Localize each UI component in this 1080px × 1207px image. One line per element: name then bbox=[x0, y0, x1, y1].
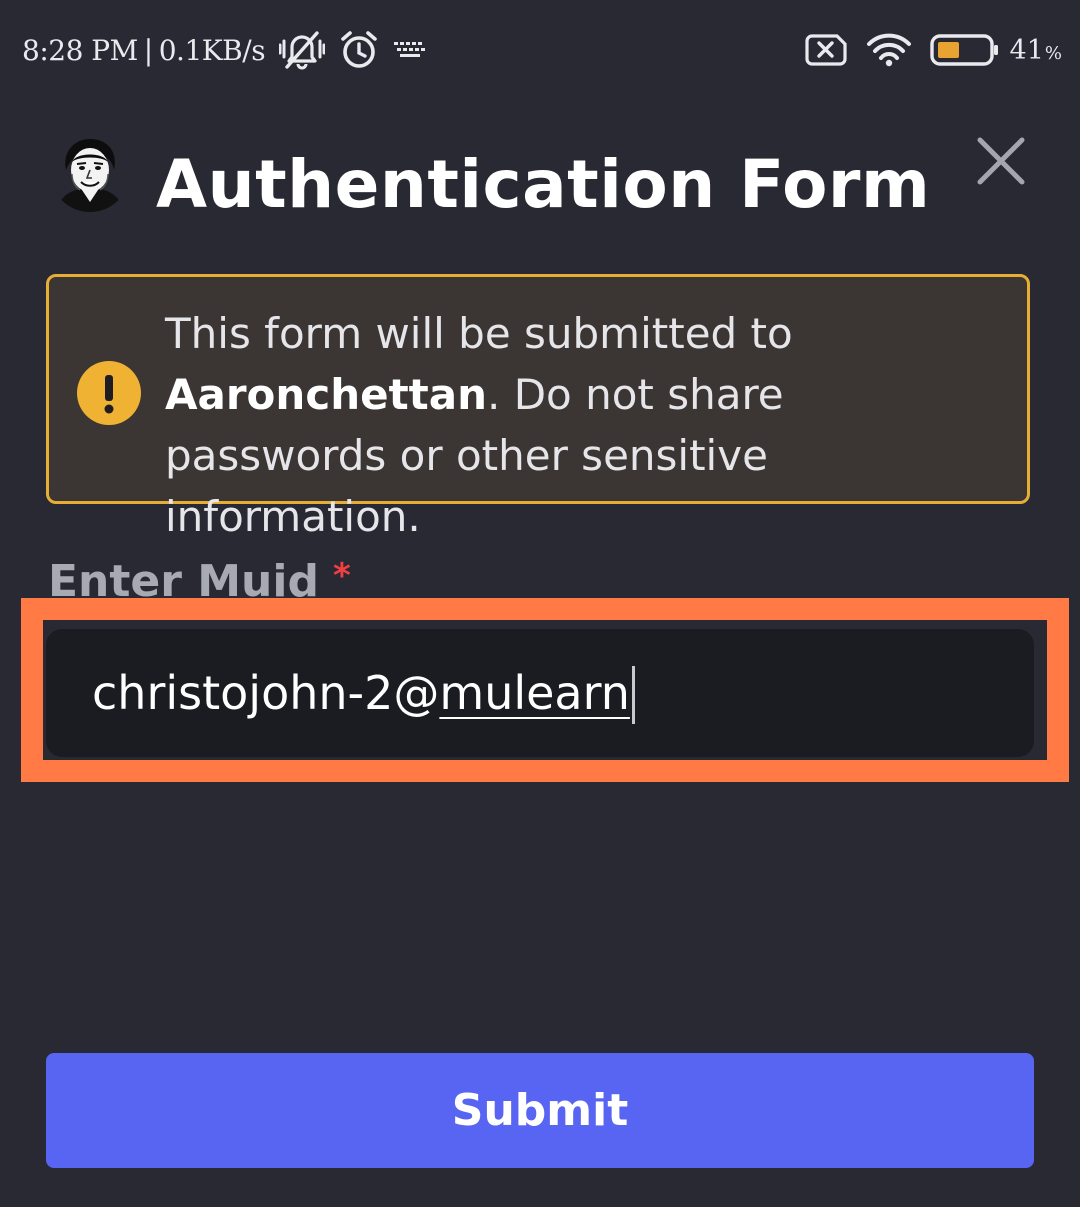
network-speed: 0.1KB/s bbox=[158, 33, 266, 67]
keyboard-icon bbox=[393, 39, 427, 61]
warning-app-name: Aaronchettan bbox=[165, 370, 487, 419]
submit-button[interactable]: Submit bbox=[46, 1053, 1034, 1168]
battery-icon bbox=[929, 34, 1000, 66]
muid-input[interactable]: christojohn-2@ mulearn bbox=[46, 629, 1034, 757]
battery-percent-sign: % bbox=[1044, 42, 1062, 64]
status-right: 41% bbox=[786, 28, 1062, 72]
sim-none-icon bbox=[804, 33, 848, 67]
text-caret bbox=[631, 666, 635, 724]
exclamation-icon bbox=[77, 361, 141, 425]
warning-box: This form will be submitted to Aaronchet… bbox=[46, 274, 1030, 541]
wifi-icon bbox=[866, 33, 912, 67]
avatar bbox=[50, 132, 130, 212]
warning-text-before: This form will be submitted to bbox=[165, 309, 793, 358]
battery-percent-value: 41 bbox=[1009, 34, 1044, 66]
form-title: Authentication Form bbox=[156, 146, 931, 223]
battery-percent: 41% bbox=[1010, 35, 1062, 66]
status-left: 8:28 PM | 0.1KB/s bbox=[22, 28, 427, 72]
alarm-icon bbox=[339, 30, 379, 70]
warning-text: This form will be submitted to Aaronchet… bbox=[165, 303, 1015, 547]
status-separator: | bbox=[143, 33, 153, 67]
close-icon bbox=[977, 137, 1025, 185]
status-bar: 8:28 PM | 0.1KB/s 41 % bbox=[0, 0, 1080, 100]
avatar-portrait bbox=[50, 132, 130, 212]
status-time: 8:28 PM bbox=[22, 33, 138, 67]
close-button[interactable] bbox=[968, 128, 1034, 194]
mute-vibrate-icon bbox=[279, 29, 326, 71]
muid-value-prefix: christojohn-2@ bbox=[92, 666, 440, 720]
required-mark: * bbox=[332, 556, 351, 596]
muid-value-suffix: mulearn bbox=[439, 666, 630, 720]
